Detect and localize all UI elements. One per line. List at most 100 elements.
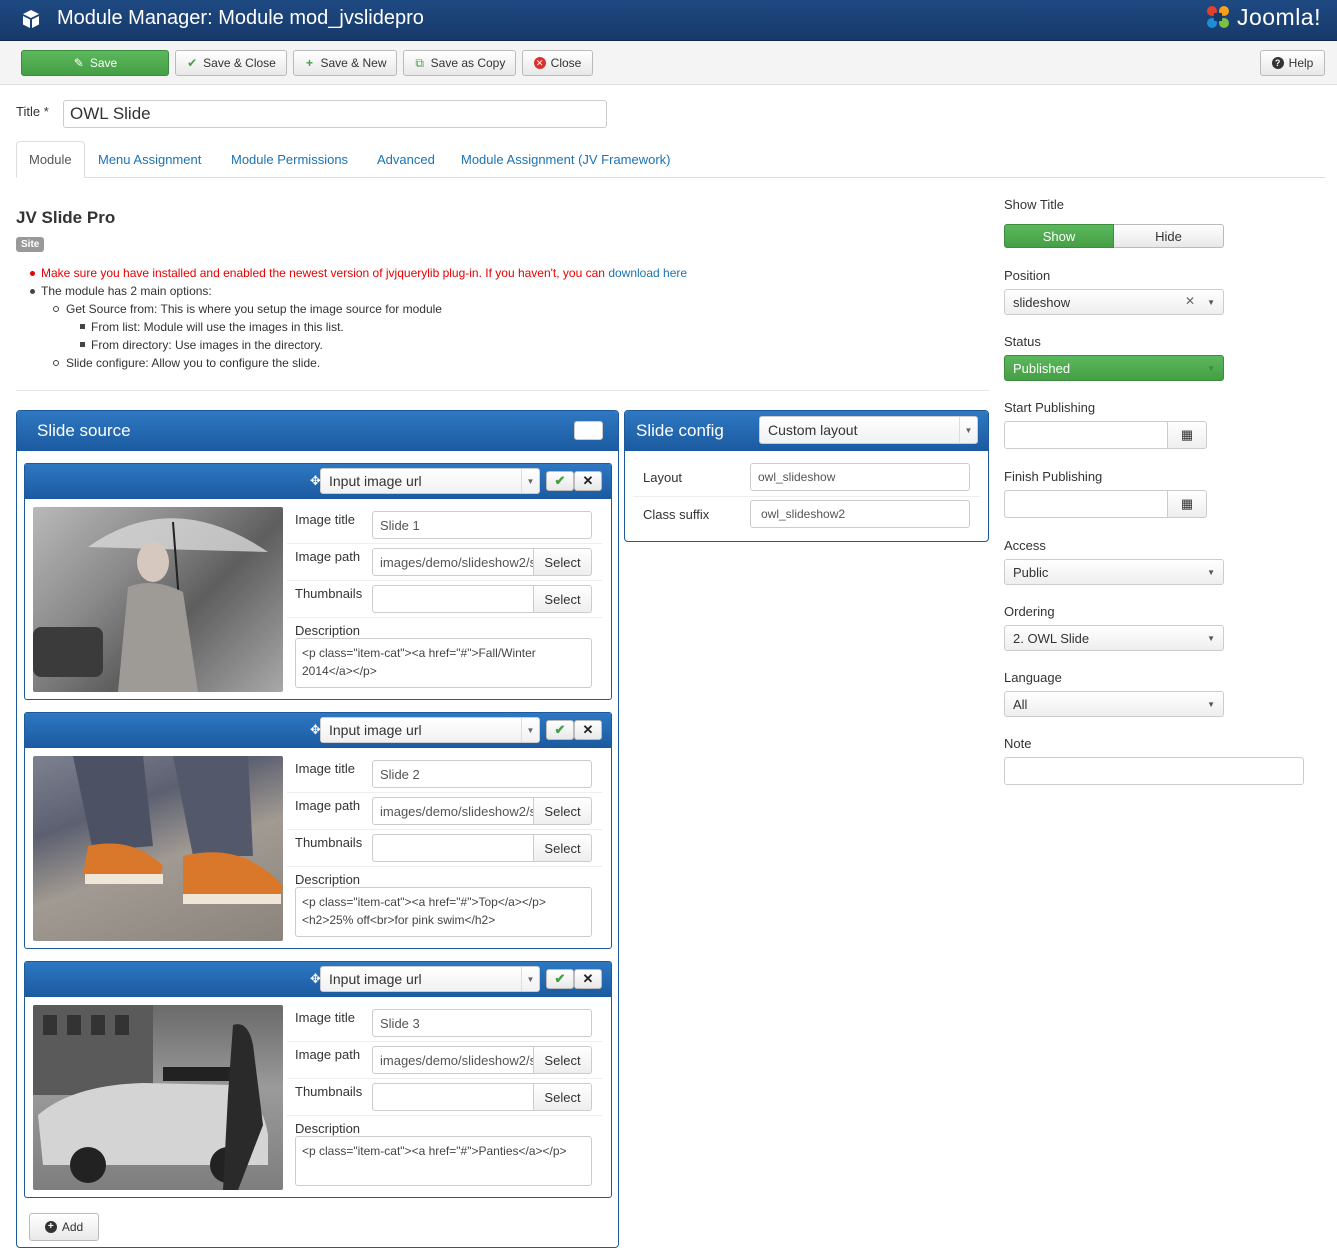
- close-circle-icon: ✕: [533, 57, 546, 69]
- tab-module-permissions[interactable]: Module Permissions: [219, 141, 360, 178]
- image-path-label: Image path: [295, 1047, 361, 1062]
- image-title-input[interactable]: Slide 1: [372, 511, 592, 539]
- tab-module[interactable]: Module: [16, 141, 85, 178]
- joomla-logo: Joomla!: [1203, 2, 1321, 32]
- layout-label: Layout: [643, 470, 683, 485]
- start-publishing-label: Start Publishing: [1004, 400, 1096, 415]
- image-path-select-button[interactable]: Select: [533, 1046, 592, 1074]
- bullet: [30, 271, 35, 276]
- description-textarea[interactable]: <p class="item-cat"><a href="#">Panties<…: [295, 1136, 592, 1186]
- note-input[interactable]: [1004, 757, 1304, 785]
- joomla-logo-text: Joomla!: [1236, 3, 1321, 30]
- calendar-icon[interactable]: ▦: [1167, 490, 1207, 518]
- thumbnail-input[interactable]: [372, 834, 534, 862]
- close-icon[interactable]: ✕: [574, 471, 602, 491]
- warning-message: Make sure you have installed and enabled…: [41, 266, 605, 280]
- save-close-button[interactable]: ✔ Save & Close: [175, 50, 287, 76]
- slide-configure-text: Slide configure: Allow you to configure …: [66, 356, 321, 370]
- class-suffix-input[interactable]: owl_slideshow2: [750, 500, 970, 528]
- calendar-icon[interactable]: ▦: [1167, 421, 1207, 449]
- description-textarea[interactable]: <p class="item-cat"><a href="#">Fall/Win…: [295, 638, 592, 688]
- slide-item: ✥ Input image url ▼ ✔ ✕ Image title Slid…: [24, 712, 612, 949]
- image-path-select-button[interactable]: Select: [533, 548, 592, 576]
- description-label: Description: [295, 1121, 361, 1136]
- description-label: Description: [295, 872, 361, 887]
- description-textarea[interactable]: <p class="item-cat"><a href="#">Top</a><…: [295, 887, 592, 937]
- slide-item-header: ✥ Input image url ▼ ✔ ✕: [25, 464, 611, 499]
- show-title-show-button[interactable]: Show: [1004, 224, 1114, 248]
- image-path-input[interactable]: images/demo/slideshow2/slide2.jpg: [372, 797, 534, 825]
- row-divider: [287, 543, 602, 544]
- thumbnails-label: Thumbnails: [295, 835, 363, 850]
- image-title-input[interactable]: Slide 3: [372, 1009, 592, 1037]
- tab-module-assignment-jv[interactable]: Module Assignment (JV Framework): [449, 141, 683, 178]
- page-title: Module Manager: Module mod_jvslidepro: [57, 7, 424, 29]
- status-select[interactable]: Published ▼: [1004, 355, 1224, 381]
- help-button[interactable]: ? Help: [1260, 50, 1325, 76]
- bullet: [80, 324, 85, 329]
- question-icon: ?: [1271, 57, 1284, 69]
- save-new-button[interactable]: + Save & New: [293, 50, 397, 76]
- class-suffix-label: Class suffix: [643, 507, 710, 522]
- slide-image: [33, 507, 283, 692]
- thumbnail-input[interactable]: [372, 585, 534, 613]
- close-button[interactable]: ✕ Close: [522, 50, 593, 76]
- slide-config-panel: Slide config Custom layout ▼ Layout owl_…: [624, 410, 989, 542]
- options-intro: The module has 2 main options:: [41, 284, 212, 298]
- row-divider: [287, 866, 602, 867]
- title-input[interactable]: OWL Slide: [63, 100, 607, 128]
- position-select[interactable]: slideshow ✕ ▼: [1004, 289, 1224, 315]
- tab-advanced[interactable]: Advanced: [365, 141, 447, 178]
- get-source-text: Get Source from: This is where you setup…: [66, 302, 442, 316]
- source-type-select[interactable]: Input image url ▼: [320, 966, 540, 992]
- show-title-hide-button[interactable]: Hide: [1114, 224, 1224, 248]
- slide-source-title: Slide source: [37, 421, 131, 440]
- image-title-input[interactable]: Slide 2: [372, 760, 592, 788]
- source-type-select[interactable]: Input image url ▼: [320, 717, 540, 743]
- save-copy-label: Save as Copy: [430, 56, 506, 70]
- chevron-down-icon: ▼: [1207, 700, 1215, 709]
- save-copy-button[interactable]: ⧉ Save as Copy: [403, 50, 516, 76]
- image-path-input[interactable]: images/demo/slideshow2/slide1.jpg: [372, 548, 534, 576]
- clear-icon[interactable]: ✕: [1185, 294, 1195, 308]
- collapse-toggle[interactable]: [574, 421, 603, 440]
- status-value: Published: [1013, 360, 1071, 376]
- row-divider: [287, 1115, 602, 1116]
- image-path-input[interactable]: images/demo/slideshow2/slide3.jpg: [372, 1046, 534, 1074]
- check-icon[interactable]: ✔: [546, 720, 574, 740]
- warning-text: Make sure you have installed and enabled…: [41, 266, 687, 280]
- slide-image: [33, 1005, 283, 1190]
- add-label: Add: [61, 1220, 84, 1234]
- check-icon[interactable]: ✔: [546, 471, 574, 491]
- ordering-select[interactable]: 2. OWL Slide ▼: [1004, 625, 1224, 651]
- tab-menu-assignment[interactable]: Menu Assignment: [86, 141, 213, 178]
- image-path-select-button[interactable]: Select: [533, 797, 592, 825]
- thumbnail-select-button[interactable]: Select: [533, 1083, 592, 1111]
- add-slide-button[interactable]: + Add: [29, 1213, 99, 1241]
- module-name: JV Slide Pro: [16, 208, 116, 227]
- language-select[interactable]: All ▼: [1004, 691, 1224, 717]
- access-label: Access: [1004, 538, 1046, 553]
- bullet: [30, 289, 35, 294]
- source-type-select[interactable]: Input image url ▼: [320, 468, 540, 494]
- save-button[interactable]: ✎ Save: [21, 50, 169, 76]
- image-path-label: Image path: [295, 549, 361, 564]
- image-title-label: Image title: [295, 1010, 355, 1025]
- finish-publishing-input[interactable]: [1004, 490, 1169, 518]
- start-publishing-input[interactable]: [1004, 421, 1169, 449]
- bullet: [53, 360, 59, 366]
- row-divider: [633, 496, 980, 497]
- close-label: Close: [550, 56, 582, 70]
- check-icon[interactable]: ✔: [546, 969, 574, 989]
- thumbnail-select-button[interactable]: Select: [533, 834, 592, 862]
- close-icon[interactable]: ✕: [574, 969, 602, 989]
- layout-input[interactable]: owl_slideshow: [750, 463, 970, 491]
- download-link[interactable]: download here: [608, 266, 687, 280]
- bullet: [80, 342, 85, 347]
- access-select[interactable]: Public ▼: [1004, 559, 1224, 585]
- layout-type-select[interactable]: Custom layout ▼: [759, 416, 978, 444]
- thumbnail-select-button[interactable]: Select: [533, 585, 592, 613]
- thumbnail-input[interactable]: [372, 1083, 534, 1111]
- close-icon[interactable]: ✕: [574, 720, 602, 740]
- description-label: Description: [295, 623, 361, 638]
